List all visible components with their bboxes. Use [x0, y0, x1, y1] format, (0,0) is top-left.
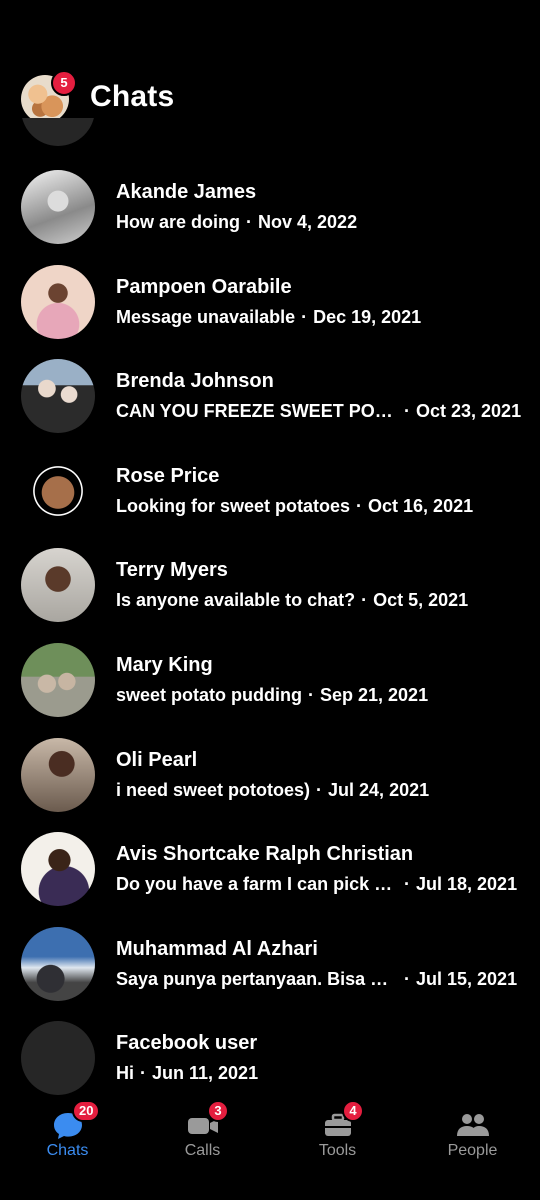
profile-notification-badge: 5 [51, 70, 77, 96]
separator-dot: · [356, 495, 363, 516]
message-preview-line: Hi · Jun 11, 2021 [116, 1063, 526, 1084]
tab-tools[interactable]: 4 Tools [270, 1098, 405, 1178]
chat-row[interactable]: Muhammad Al Azhari Saya punya pertanyaan… [0, 917, 540, 1012]
avatar[interactable] [21, 1021, 95, 1096]
tab-people[interactable]: People [405, 1098, 540, 1178]
message-preview: sweet potato pudding [116, 684, 302, 705]
people-icon [456, 1114, 489, 1136]
contact-name: Avis Shortcake Ralph Christian [116, 843, 414, 866]
message-preview: How are doing [116, 212, 241, 232]
message-date: Oct 16, 2021 [368, 495, 474, 516]
chats-badge: 20 [72, 1100, 101, 1122]
bottom-navigation: 20 Chats 3 Calls 4 Tools People [0, 1098, 540, 1200]
separator-dot: · [404, 968, 410, 989]
avatar[interactable] [21, 264, 95, 339]
message-preview: Message unavailable [116, 306, 296, 327]
app-screen: 5 Chats Akande James How are doing · Nov… [0, 0, 540, 1200]
separator-dot: · [301, 306, 308, 327]
separator-dot: · [246, 212, 253, 232]
separator-dot: · [404, 401, 410, 422]
message-date: Nov 4, 2022 [258, 212, 358, 232]
message-preview: Do you have a farm I can pick po... [116, 874, 398, 895]
separator-dot: · [404, 874, 410, 895]
chat-row[interactable]: Facebook user Hi · Jun 11, 2021 [0, 1011, 540, 1106]
contact-name: Facebook user [116, 1032, 258, 1055]
message-preview-line: CAN YOU FREEZE SWEET POTA... · Oct 23, 2… [116, 401, 526, 422]
message-date: Oct 5, 2021 [373, 590, 469, 611]
avatar[interactable] [21, 926, 95, 1001]
message-date: Dec 19, 2021 [313, 306, 422, 327]
avatar[interactable] [21, 453, 95, 528]
contact-name: Rose Price [116, 464, 220, 487]
chat-row[interactable]: Oli Pearl i need sweet pototoes) · Jul 2… [0, 728, 540, 823]
contact-name: Akande James [116, 181, 257, 203]
tab-label: Chats [46, 1142, 89, 1159]
contact-name: Pampoen Oarabile [116, 275, 292, 298]
avatar[interactable] [21, 170, 95, 244]
avatar[interactable] [21, 548, 95, 623]
calls-badge: 3 [207, 1100, 229, 1122]
avatar[interactable] [21, 737, 95, 812]
chat-row[interactable]: Terry Myers Is anyone available to chat?… [0, 538, 540, 633]
message-preview-line: How are doing · Nov 4, 2022 [116, 212, 526, 233]
contact-name: Brenda Johnson [116, 370, 274, 393]
chat-row[interactable]: Mary King sweet potato pudding · Sep 21,… [0, 633, 540, 728]
chat-row[interactable]: Pampoen Oarabile Message unavailable · D… [0, 255, 540, 350]
contact-name: Oli Pearl [116, 748, 198, 771]
message-date: Jul 15, 2021 [416, 968, 518, 989]
chat-row[interactable]: Avis Shortcake Ralph Christian Do you ha… [0, 822, 540, 917]
avatar[interactable] [21, 642, 95, 717]
contact-name: Mary King [116, 653, 213, 676]
message-preview: Looking for sweet potatoes [116, 495, 351, 516]
message-preview: Hi [116, 1063, 134, 1084]
chat-row[interactable]: Akande James How are doing · Nov 4, 2022 [0, 160, 540, 255]
tools-badge: 4 [342, 1100, 364, 1122]
message-preview: Is anyone available to chat? [116, 590, 356, 611]
page-title: Chats [90, 80, 175, 113]
contact-name: Terry Myers [116, 559, 228, 582]
message-date: Oct 23, 2021 [416, 401, 522, 422]
message-date: Jul 24, 2021 [328, 779, 430, 800]
avatar[interactable] [21, 832, 95, 907]
message-date: Jul 18, 2021 [416, 874, 518, 895]
message-preview-line: Do you have a farm I can pick po... · Ju… [116, 874, 526, 895]
message-preview: Saya punya pertanyaan. Bisa ba... [116, 968, 398, 989]
message-preview-line: Message unavailable · Dec 19, 2021 [116, 307, 526, 328]
message-preview-line: i need sweet pototoes) · Jul 24, 2021 [116, 780, 526, 801]
message-date: Sep 21, 2021 [320, 684, 429, 705]
message-preview: i need sweet pototoes) [116, 779, 311, 800]
separator-dot: · [316, 779, 323, 800]
tab-label: Tools [318, 1142, 357, 1159]
tab-calls[interactable]: 3 Calls [135, 1098, 270, 1178]
separator-dot: · [308, 684, 314, 705]
message-date: Jun 11, 2021 [152, 1063, 259, 1084]
contact-name: Muhammad Al Azhari [116, 937, 318, 960]
tab-label: Calls [184, 1142, 221, 1159]
tab-chats[interactable]: 20 Chats [0, 1098, 135, 1178]
chat-row[interactable]: Rose Price Looking for sweet potatoes · … [0, 444, 540, 539]
chat-row[interactable]: Brenda Johnson CAN YOU FREEZE SWEET POTA… [0, 349, 540, 444]
message-preview-line: Saya punya pertanyaan. Bisa ba... · Jul … [116, 969, 526, 990]
message-preview-line: Looking for sweet potatoes · Oct 16, 202… [116, 496, 526, 517]
chat-list[interactable]: Akande James How are doing · Nov 4, 2022… [0, 160, 540, 1106]
message-preview-line: Is anyone available to chat? · Oct 5, 20… [116, 590, 526, 611]
message-preview-line: sweet potato pudding · Sep 21, 2021 [116, 685, 526, 706]
separator-dot: · [140, 1063, 146, 1084]
scrolled-avatar-edge [21, 118, 95, 146]
avatar[interactable] [21, 359, 95, 434]
message-preview: CAN YOU FREEZE SWEET POTA... [116, 401, 398, 422]
separator-dot: · [361, 590, 368, 611]
tab-label: People [447, 1142, 498, 1159]
